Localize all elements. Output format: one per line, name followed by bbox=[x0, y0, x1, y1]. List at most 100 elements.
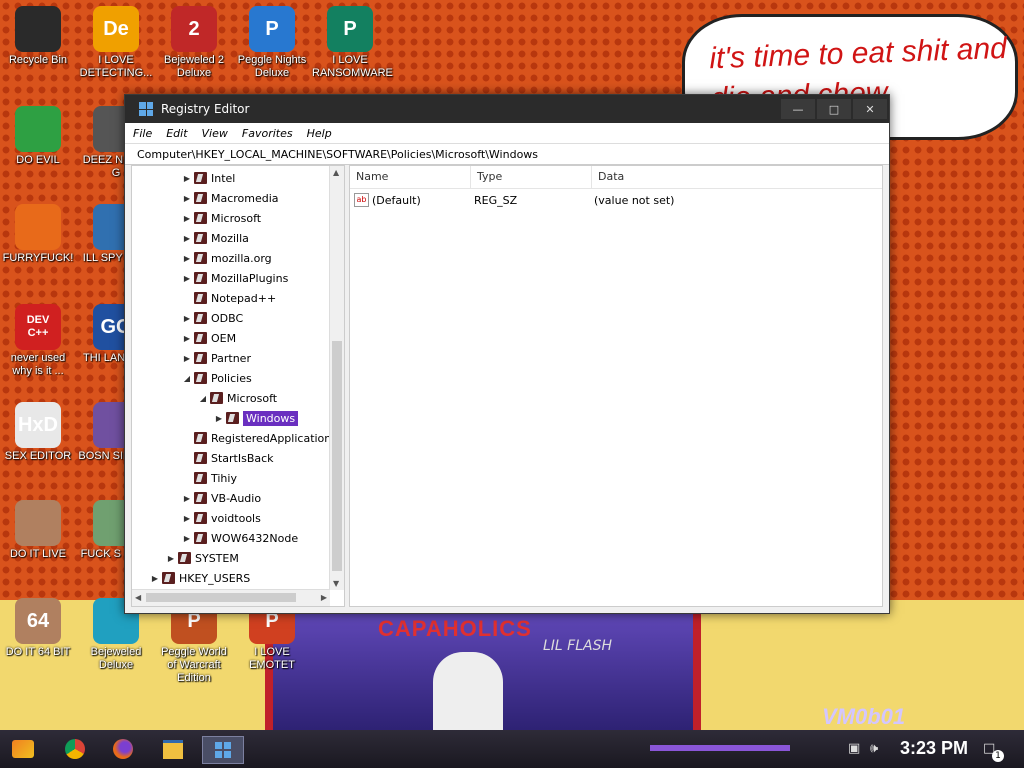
registry-key-icon bbox=[194, 492, 207, 504]
tree-item[interactable]: ▶ MozillaPlugins bbox=[182, 268, 288, 288]
tree-item[interactable]: ▶ ODBC bbox=[182, 308, 243, 328]
collapse-arrow-icon[interactable]: ◢ bbox=[182, 374, 192, 383]
tree-item[interactable]: ▶ HKEY_USERS bbox=[150, 568, 250, 588]
tree-item[interactable]: ◢ Policies bbox=[182, 368, 252, 388]
tree-item[interactable]: ▶ voidtools bbox=[182, 508, 261, 528]
scroll-up-icon[interactable]: ▲ bbox=[333, 168, 339, 177]
key-tree[interactable]: ▶ Intel ▶ Macromedia ▶ Microsoft ▶ Mozilla ▶ mozi… bbox=[131, 165, 345, 607]
value-row[interactable]: ab (Default) REG_SZ (value not set) bbox=[350, 189, 882, 211]
minimize-button[interactable]: — bbox=[781, 99, 815, 119]
menu-edit[interactable]: Edit bbox=[166, 127, 187, 140]
expand-arrow-icon[interactable]: ▶ bbox=[182, 314, 192, 323]
firefox-icon bbox=[15, 204, 61, 250]
expand-arrow-icon[interactable]: ▶ bbox=[182, 534, 192, 543]
tree-horizontal-scrollbar[interactable]: ◀ ▶ bbox=[132, 589, 330, 606]
menu-file[interactable]: File bbox=[133, 127, 152, 140]
desktop-icon[interactable]: DO IT LIVE bbox=[0, 500, 76, 561]
expand-arrow-icon[interactable]: ▶ bbox=[182, 194, 192, 203]
taskbar-file-explorer[interactable] bbox=[158, 736, 188, 762]
desktop-icon[interactable]: HxD SEX EDITOR bbox=[0, 402, 76, 463]
tree-horizontal-scroll-thumb[interactable] bbox=[146, 593, 296, 602]
desktop-icon[interactable]: P Peggle Nights Deluxe bbox=[234, 6, 310, 80]
registry-key-icon bbox=[194, 172, 207, 184]
title-bar[interactable]: Registry Editor — □ ✕ bbox=[125, 95, 889, 123]
address-bar[interactable]: Computer\HKEY_LOCAL_MACHINE\SOFTWARE\Pol… bbox=[125, 143, 889, 165]
scroll-right-icon[interactable]: ▶ bbox=[321, 593, 327, 602]
detect-it-easy-icon: De bbox=[93, 6, 139, 52]
registry-key-icon bbox=[194, 452, 207, 464]
tree-item-label: Macromedia bbox=[211, 191, 279, 205]
menu-view[interactable]: View bbox=[202, 127, 228, 140]
start-button[interactable] bbox=[8, 736, 38, 762]
desktop-icon[interactable]: DO EVIL bbox=[0, 106, 76, 167]
expand-arrow-icon[interactable]: ▶ bbox=[182, 174, 192, 183]
tree-item[interactable]: ▶ mozilla.org bbox=[182, 248, 272, 268]
recycle-bin-icon bbox=[15, 6, 61, 52]
network-icon[interactable]: ▣ bbox=[848, 741, 860, 756]
expand-arrow-icon[interactable]: ▶ bbox=[150, 574, 160, 583]
tree-item[interactable]: ◢ Microsoft bbox=[198, 388, 277, 408]
registry-key-icon bbox=[194, 232, 207, 244]
desktop-icon[interactable]: 64 DO IT 64 BIT bbox=[0, 598, 76, 659]
tree-item[interactable]: ▶ Macromedia bbox=[182, 188, 279, 208]
expand-arrow-icon[interactable]: ▶ bbox=[182, 334, 192, 343]
scroll-down-icon[interactable]: ▼ bbox=[333, 579, 339, 588]
tree-item[interactable]: ▶ Mozilla bbox=[182, 228, 249, 248]
scroll-left-icon[interactable]: ◀ bbox=[135, 593, 141, 602]
tree-item[interactable]: ▶ SYSTEM bbox=[166, 548, 239, 568]
expand-arrow-icon[interactable]: ▶ bbox=[166, 554, 176, 563]
expand-arrow-icon[interactable]: ▶ bbox=[214, 414, 224, 423]
clock[interactable]: 3:23 PM bbox=[900, 738, 968, 759]
tree-item[interactable]: Tihiy bbox=[182, 468, 237, 488]
expand-arrow-icon[interactable]: ▶ bbox=[182, 274, 192, 283]
tree-item[interactable]: ▶ OEM bbox=[182, 328, 236, 348]
volume-icon[interactable]: 🕪 bbox=[870, 741, 878, 756]
collapse-arrow-icon[interactable]: ◢ bbox=[198, 394, 208, 403]
desktop-icon[interactable]: Recycle Bin bbox=[0, 6, 76, 67]
tree-item[interactable]: ▶ Partner bbox=[182, 348, 251, 368]
tree-item-label: OEM bbox=[211, 331, 237, 345]
menu-favorites[interactable]: Favorites bbox=[242, 127, 293, 140]
tree-item[interactable]: ▶ Microsoft bbox=[182, 208, 261, 228]
registry-editor-window[interactable]: Registry Editor — □ ✕ File Edit View Fav… bbox=[124, 94, 890, 614]
tree-item[interactable]: ▶ WOW6432Node bbox=[182, 528, 298, 548]
taskbar-chrome[interactable] bbox=[60, 736, 90, 762]
desktop-icon[interactable]: De I LOVE DETECTING... bbox=[78, 6, 154, 80]
taskbar-registry-editor[interactable] bbox=[202, 736, 244, 764]
expand-arrow-icon[interactable]: ▶ bbox=[182, 514, 192, 523]
taskbar-firefox[interactable] bbox=[108, 736, 138, 762]
tree-item[interactable]: RegisteredApplications bbox=[182, 428, 337, 448]
maximize-button[interactable]: □ bbox=[817, 99, 851, 119]
tree-item[interactable]: ▶ Intel bbox=[182, 168, 235, 188]
tree-item-selected[interactable]: ▶ Windows bbox=[214, 408, 299, 428]
tree-vertical-scrollbar[interactable]: ▲ ▼ bbox=[329, 166, 344, 590]
menu-help[interactable]: Help bbox=[307, 127, 332, 140]
close-button[interactable]: ✕ bbox=[853, 99, 887, 119]
tree-item-label: VB-Audio bbox=[211, 491, 262, 505]
wallpaper-poster: CAPAHOLICS LIL FLASH bbox=[265, 612, 701, 736]
desktop-icon[interactable]: DEV C++ never used why is it ... bbox=[0, 304, 76, 378]
expand-arrow-icon[interactable]: ▶ bbox=[182, 354, 192, 363]
expand-arrow-icon[interactable]: ▶ bbox=[182, 254, 192, 263]
registry-key-icon bbox=[226, 412, 239, 424]
expand-arrow-icon[interactable]: ▶ bbox=[182, 234, 192, 243]
desktop-icon[interactable]: PI LOVE RANSOMWARE bbox=[312, 6, 393, 80]
expand-arrow-icon[interactable]: ▶ bbox=[182, 494, 192, 503]
desktop-icon[interactable]: FURRYFUCK! bbox=[0, 204, 76, 265]
tree-vertical-scroll-thumb[interactable] bbox=[332, 341, 342, 571]
desktop-icon-label: DO IT 64 BIT bbox=[5, 646, 71, 658]
column-type[interactable]: Type bbox=[471, 166, 592, 188]
tree-item[interactable]: StartIsBack bbox=[182, 448, 274, 468]
tree-item-label: Microsoft bbox=[211, 211, 262, 225]
column-name[interactable]: Name bbox=[350, 166, 471, 188]
address-path[interactable]: Computer\HKEY_LOCAL_MACHINE\SOFTWARE\Pol… bbox=[137, 148, 538, 161]
column-data[interactable]: Data bbox=[592, 166, 882, 188]
desktop-icon-label: DO IT LIVE bbox=[9, 548, 67, 560]
tree-item-label: Mozilla bbox=[211, 231, 249, 245]
desktop-icon[interactable]: 2 Bejeweled 2 Deluxe bbox=[156, 6, 232, 80]
tree-item[interactable]: ▶ VB-Audio bbox=[182, 488, 261, 508]
tree-item-label: WOW6432Node bbox=[211, 531, 299, 545]
values-list[interactable]: Name Type Data ab (Default) REG_SZ (valu… bbox=[349, 165, 883, 607]
tree-item[interactable]: Notepad++ bbox=[182, 288, 276, 308]
expand-arrow-icon[interactable]: ▶ bbox=[182, 214, 192, 223]
